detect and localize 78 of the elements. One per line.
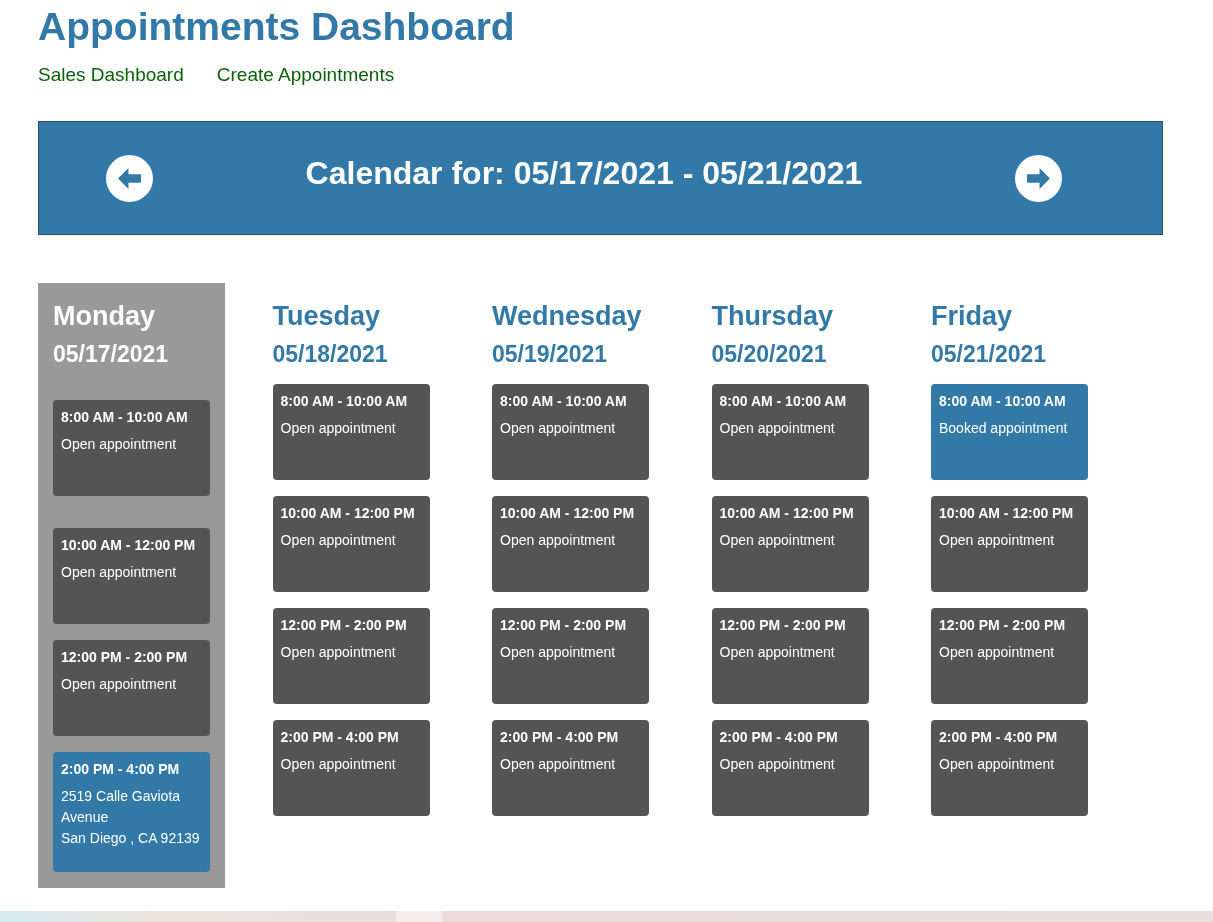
appointment-details: Open appointment [500, 531, 617, 550]
day-date: 05/21/2021 [931, 340, 1047, 368]
day-name: Tuesday [272, 300, 381, 332]
appointment-details: Open appointment [280, 755, 397, 774]
appointment-card[interactable]: 8:00 AM - 10:00 AM Open appointment [711, 384, 869, 480]
appointment-details: Open appointment [939, 531, 1056, 550]
time-range: 10:00 AM - 12:00 PM [280, 505, 415, 521]
appointment-card[interactable]: 12:00 PM - 2:00 PM Open appointment [272, 608, 430, 704]
right-arrow-icon [1026, 166, 1051, 191]
day-date: 05/18/2021 [272, 340, 388, 368]
appointment-details: Open appointment [280, 643, 397, 662]
appointment-card[interactable]: 8:00 AM - 10:00 AM Open appointment [272, 384, 430, 480]
appointment-card[interactable]: 8:00 AM - 10:00 AM Booked appointment [931, 384, 1088, 480]
appointment-details: Open appointment [939, 643, 1056, 662]
appointment-card[interactable]: 12:00 PM - 2:00 PM Open appointment [931, 608, 1088, 704]
time-range: 10:00 AM - 12:00 PM [719, 505, 854, 521]
appointment-card[interactable]: 8:00 AM - 10:00 AM Open appointment [492, 384, 649, 480]
time-range: 8:00 AM - 10:00 AM [280, 393, 408, 409]
time-range: 10:00 AM - 12:00 PM [61, 537, 196, 553]
appointment-details: Open appointment [280, 419, 397, 438]
appointment-card[interactable]: 12:00 PM - 2:00 PM Open appointment [53, 640, 210, 736]
appointment-card[interactable]: 10:00 AM - 12:00 PM Open appointment [272, 496, 430, 592]
previous-week-button[interactable] [106, 155, 153, 202]
left-arrow-icon [117, 166, 142, 191]
day-name: Friday [931, 300, 1013, 332]
appointment-card[interactable]: 10:00 AM - 12:00 PM Open appointment [492, 496, 649, 592]
day-name: Thursday [711, 300, 834, 332]
day-name: Monday [53, 300, 155, 332]
time-range: 8:00 AM - 10:00 AM [939, 393, 1066, 409]
time-range: 12:00 PM - 2:00 PM [280, 617, 407, 633]
appointment-details: Open appointment [939, 755, 1056, 774]
appointment-card[interactable]: 2:00 PM - 4:00 PM Open appointment [931, 720, 1088, 816]
time-range: 10:00 AM - 12:00 PM [939, 505, 1074, 521]
time-range: 12:00 PM - 2:00 PM [500, 617, 627, 633]
appointment-card[interactable]: 12:00 PM - 2:00 PM Open appointment [492, 608, 649, 704]
appointment-details: Open appointment [61, 563, 178, 582]
appointment-details: Open appointment [719, 755, 836, 774]
appointment-card[interactable]: 2:00 PM - 4:00 PM Open appointment [272, 720, 430, 816]
day-date: 05/19/2021 [492, 340, 608, 368]
time-range: 2:00 PM - 4:00 PM [500, 729, 619, 745]
nav-link[interactable]: Create Appointments [216, 63, 395, 87]
next-week-button[interactable] [1015, 155, 1062, 202]
appointment-details: Open appointment [500, 419, 617, 438]
appointment-details: Open appointment [61, 675, 178, 694]
appointment-details: Open appointment [719, 643, 836, 662]
nav-link[interactable]: Sales Dashboard [38, 63, 184, 87]
appointment-details: Open appointment [500, 643, 617, 662]
time-range: 10:00 AM - 12:00 PM [500, 505, 635, 521]
time-range: 12:00 PM - 2:00 PM [719, 617, 846, 633]
time-range: 2:00 PM - 4:00 PM [719, 729, 838, 745]
appointment-card[interactable]: 12:00 PM - 2:00 PM Open appointment [711, 608, 869, 704]
calendar-title: Calendar for: 05/17/2021 - 05/21/2021 [305, 154, 863, 192]
appointment-details: Booked appointment [939, 419, 1069, 438]
time-range: 2:00 PM - 4:00 PM [61, 761, 180, 777]
appointment-details: Open appointment [61, 435, 178, 454]
appointment-details: Open appointment [500, 755, 617, 774]
time-range: 2:00 PM - 4:00 PM [280, 729, 399, 745]
appointment-details: Open appointment [719, 531, 836, 550]
time-range: 12:00 PM - 2:00 PM [61, 649, 188, 665]
appointment-card[interactable]: 2:00 PM - 4:00 PM Open appointment [492, 720, 649, 816]
appointment-card[interactable]: 10:00 AM - 12:00 PM Open appointment [711, 496, 869, 592]
appointment-card[interactable]: 10:00 AM - 12:00 PM Open appointment [53, 528, 210, 624]
time-range: 8:00 AM - 10:00 AM [719, 393, 847, 409]
day-name: Wednesday [492, 300, 642, 332]
appointment-card[interactable]: 8:00 AM - 10:00 AM Open appointment [53, 400, 210, 496]
appointment-card[interactable]: 10:00 AM - 12:00 PM Open appointment [931, 496, 1088, 592]
day-date: 05/17/2021 [53, 340, 169, 368]
appointment-card[interactable]: 2:00 PM - 4:00 PM Open appointment [711, 720, 869, 816]
appointment-details: Open appointment [280, 531, 397, 550]
appointment-details: Open appointment [719, 419, 836, 438]
time-range: 2:00 PM - 4:00 PM [939, 729, 1058, 745]
time-range: 8:00 AM - 10:00 AM [61, 409, 188, 425]
time-range: 12:00 PM - 2:00 PM [939, 617, 1066, 633]
appointment-details: 2519 Calle Gaviota Avenue San Diego , CA 92139 [61, 787, 201, 848]
page-title: Appointments Dashboard [38, 5, 515, 49]
appointment-card[interactable]: 2:00 PM - 4:00 PM 2519 Calle Gaviota Avenue San Diego , CA 92139 [53, 752, 210, 872]
day-date: 05/20/2021 [711, 340, 827, 368]
time-range: 8:00 AM - 10:00 AM [500, 393, 627, 409]
